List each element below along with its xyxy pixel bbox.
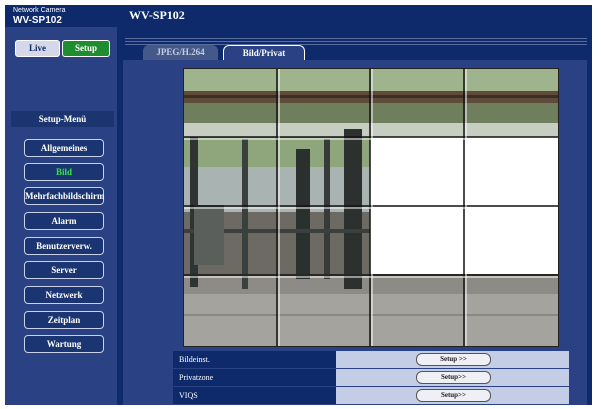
setup-button[interactable]: Setup	[62, 40, 110, 57]
row-action-cell: Setup >>	[336, 351, 569, 368]
app-frame: Network Camera WV-SP102 WV-SP102 Live Se…	[5, 5, 592, 405]
page-title: WV-SP102	[129, 8, 185, 22]
tab-jpeg-h264[interactable]: JPEG/H.264	[143, 45, 218, 60]
main-area: JPEG/H.264 Bild/Privat Bildeinst. Setup …	[117, 27, 592, 405]
sidebar-item-allgemeines[interactable]: Allgemeines	[24, 139, 104, 157]
tab-bild-privat[interactable]: Bild/Privat	[223, 45, 305, 61]
viqs-setup-button[interactable]: Setup>>	[416, 389, 491, 402]
sidebar-item-netzwerk[interactable]: Netzwerk	[24, 286, 104, 304]
row-label: Privatzone	[173, 369, 336, 386]
sidebar: Live Setup Setup-Menü Allgemeines Bild M…	[5, 27, 118, 405]
brand: Network Camera WV-SP102	[13, 7, 66, 26]
row-label: Bildeinst.	[173, 351, 336, 368]
sidebar-item-zeitplan[interactable]: Zeitplan	[24, 311, 104, 329]
row-action-cell: Setup>>	[336, 369, 569, 386]
sidebar-item-alarm[interactable]: Alarm	[24, 212, 104, 230]
brand-subtitle: Network Camera	[13, 7, 66, 14]
settings-rows: Bildeinst. Setup >> Privatzone Setup>> V…	[173, 351, 569, 405]
sidebar-item-server[interactable]: Server	[24, 261, 104, 279]
settings-row-bildeinst: Bildeinst. Setup >>	[173, 351, 569, 368]
settings-panel: Bildeinst. Setup >> Privatzone Setup>> V…	[123, 60, 587, 405]
setup-menu-title: Setup-Menü	[11, 111, 114, 127]
live-button[interactable]: Live	[15, 40, 60, 57]
sidebar-item-mehrfachbildschirm[interactable]: Mehrfachbildschirm	[24, 187, 105, 205]
bildeinst-setup-button[interactable]: Setup >>	[416, 353, 491, 366]
brand-model: WV-SP102	[13, 15, 62, 26]
settings-row-viqs: VIQS Setup>>	[173, 387, 569, 404]
sidebar-item-benutzerverw[interactable]: Benutzerverw.	[24, 237, 104, 255]
row-action-cell: Setup>>	[336, 387, 569, 404]
row-label: VIQS	[173, 387, 336, 404]
camera-preview-image	[183, 68, 559, 347]
settings-row-privatzone: Privatzone Setup>>	[173, 369, 569, 386]
sidebar-item-wartung[interactable]: Wartung	[24, 335, 104, 353]
privatzone-setup-button[interactable]: Setup>>	[416, 371, 491, 384]
sidebar-item-bild[interactable]: Bild	[24, 163, 104, 181]
camera-scene	[184, 69, 558, 346]
